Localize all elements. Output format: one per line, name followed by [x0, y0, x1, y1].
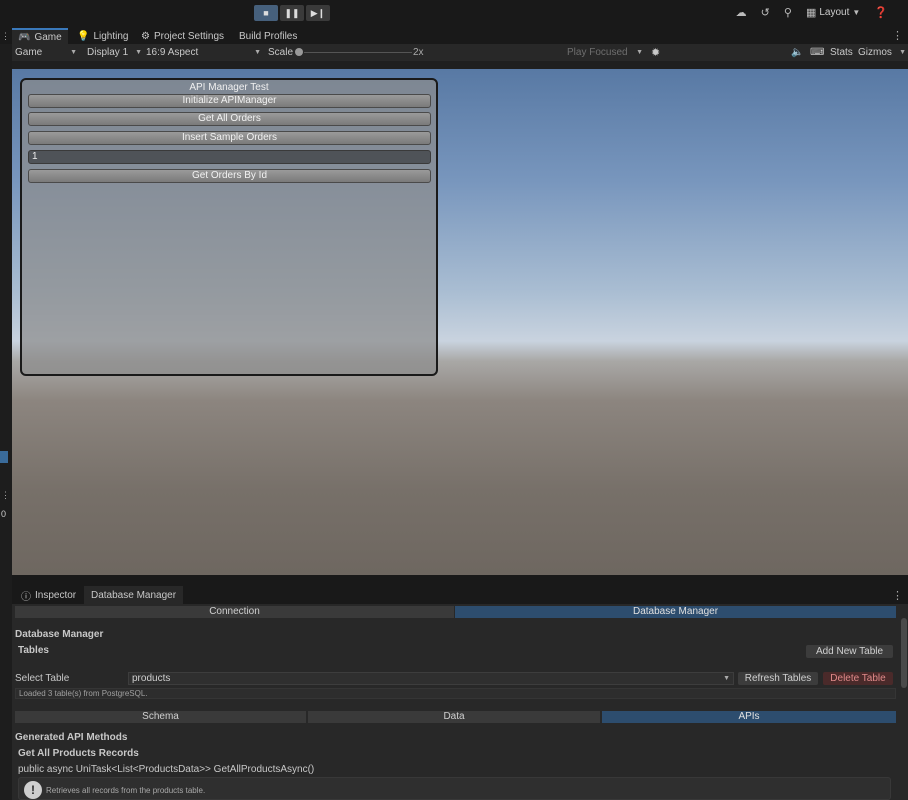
selection-marker [0, 451, 8, 463]
keyboard-icon[interactable]: ⌨ [810, 47, 824, 58]
inspector-scrollbar[interactable] [901, 618, 907, 688]
tabs-menu-icon[interactable]: ⋮ [892, 29, 903, 42]
generated-api-title: Generated API Methods [15, 732, 128, 743]
tab-game[interactable]: 🎮 Game [12, 28, 68, 44]
scale-slider-handle[interactable] [295, 48, 303, 56]
table-select[interactable]: products ▼ [128, 672, 734, 685]
database-manager-window: Connection Database Manager Database Man… [12, 604, 908, 800]
info-icon: ⓘ [21, 591, 31, 603]
chevron-down-icon: ▼ [70, 49, 77, 56]
scale-value: 2x [413, 47, 424, 58]
tab-label: Project Settings [153, 30, 225, 42]
editor-tabs: 🎮 Game 💡 Lighting ⚙ Project Settings Bui… [0, 27, 908, 44]
chevron-down-icon: ▼ [723, 675, 730, 682]
search-icon[interactable]: ⚲ [784, 6, 792, 19]
stop-button[interactable]: ■ [254, 5, 278, 21]
gizmos-label: Gizmos [858, 47, 892, 58]
chevron-down-icon: ▼ [636, 49, 643, 56]
order-id-input[interactable]: 1 [28, 150, 431, 164]
chevron-down-icon: ▼ [899, 49, 906, 56]
top-toolbar: ■ ❚❚ ▶❙ ☁ ↺ ⚲ ▦ Layout ▼ ❓ [0, 0, 908, 27]
aspect-label: 16:9 Aspect [146, 47, 199, 58]
count-badge: 0 [1, 509, 7, 519]
bottom-menu-icon[interactable]: ⋮ [892, 589, 903, 602]
play-controls: ■ ❚❚ ▶❙ [254, 5, 330, 21]
tab-build-profiles[interactable]: Build Profiles [233, 28, 303, 44]
view-label: Game [15, 47, 43, 58]
gamepad-icon: 🎮 [18, 31, 31, 43]
stats-button[interactable]: Stats [830, 47, 853, 58]
layout-dropdown[interactable]: ▦ Layout ▼ [806, 6, 860, 19]
scale-label: Scale [268, 47, 294, 58]
tab-label: Inspector [35, 589, 77, 601]
left-panel-edge: ⋮ ⋮ 0 [0, 31, 12, 800]
segment-apis[interactable]: APIs [602, 711, 896, 723]
status-message: Loaded 3 table(s) from PostgreSQL. [15, 688, 896, 699]
top-right-tools: ☁ ↺ ⚲ ▦ Layout ▼ ❓ [736, 6, 888, 19]
bulb-icon: 💡 [77, 30, 90, 42]
selected-table-value: products [132, 673, 171, 684]
info-icon: ! [24, 781, 42, 799]
cloud-icon[interactable]: ☁ [736, 6, 747, 19]
layout-label: Layout [819, 7, 850, 18]
menu-dots-icon[interactable]: ⋮ [1, 31, 10, 42]
play-mode-label: Play Focused [567, 47, 628, 58]
tab-lighting[interactable]: 💡 Lighting [71, 28, 134, 44]
gear-icon: ⚙ [141, 30, 150, 42]
method-description: Retrieves all records from the products … [46, 786, 206, 795]
history-icon[interactable]: ↺ [761, 6, 770, 19]
tab-label: Build Profiles [239, 30, 298, 42]
tab-project-settings[interactable]: ⚙ Project Settings [135, 28, 230, 44]
display-label: Display 1 [87, 47, 129, 58]
get-all-orders-button[interactable]: Get All Orders [28, 112, 431, 126]
tab-label: Lighting [93, 30, 129, 42]
tab-label: Game [34, 31, 62, 43]
method-info-box: ! Retrieves all records from the product… [18, 777, 891, 800]
method-signature: public async UniTask<List<ProductsData>>… [18, 764, 315, 775]
menu-dots-icon[interactable]: ⋮ [1, 490, 10, 501]
segment-database-manager[interactable]: Database Manager [455, 606, 896, 618]
tab-label: Database Manager [91, 589, 177, 601]
section-header: Database Manager [15, 629, 104, 640]
method-title: Get All Products Records [18, 748, 139, 759]
aspect-dropdown[interactable]: 16:9 Aspect ▼ [146, 47, 261, 58]
segment-schema[interactable]: Schema [15, 711, 306, 723]
tab-database-manager[interactable]: Database Manager [84, 586, 184, 604]
pause-button[interactable]: ❚❚ [280, 5, 304, 21]
chevron-down-icon: ▼ [254, 49, 261, 56]
tables-label: Tables [18, 645, 49, 656]
play-mode-dropdown[interactable]: Play Focused ▼ [567, 47, 643, 58]
refresh-tables-button[interactable]: Refresh Tables [738, 672, 818, 685]
panel-title: API Manager Test [189, 82, 269, 93]
layout-icon: ▦ [805, 7, 817, 19]
segment-connection[interactable]: Connection [15, 606, 454, 618]
gizmos-dropdown[interactable]: Gizmos ▼ [858, 47, 906, 58]
scale-slider-track[interactable] [304, 52, 412, 53]
add-new-table-button[interactable]: Add New Table [806, 645, 893, 658]
insert-sample-orders-button[interactable]: Insert Sample Orders [28, 131, 431, 145]
segment-data[interactable]: Data [308, 711, 600, 723]
delete-table-button[interactable]: Delete Table [823, 672, 893, 685]
speaker-icon[interactable]: 🔈 [791, 47, 803, 58]
pause-icon: ❚❚ [284, 7, 300, 18]
select-table-label: Select Table [15, 673, 70, 684]
chevron-down-icon: ▼ [852, 8, 861, 17]
game-viewport[interactable]: API Manager Test Initialize APIManager G… [12, 61, 908, 575]
step-icon: ▶❙ [310, 7, 326, 18]
game-toolbar: Game ▼ Display 1 ▼ 16:9 Aspect ▼ Scale 2… [12, 44, 908, 61]
tab-inspector[interactable]: ⓘ Inspector [14, 586, 83, 604]
get-orders-by-id-button[interactable]: Get Orders By Id [28, 169, 431, 183]
bug-icon[interactable]: ✹ [651, 46, 660, 59]
step-button[interactable]: ▶❙ [306, 5, 330, 21]
help-icon[interactable]: ❓ [874, 6, 888, 19]
bottom-tabs: ⓘ Inspector Database Manager ⋮ [12, 586, 908, 604]
display-dropdown[interactable]: Display 1 ▼ [87, 47, 142, 58]
api-manager-panel: API Manager Test Initialize APIManager G… [20, 78, 438, 376]
view-dropdown[interactable]: Game ▼ [15, 47, 77, 58]
chevron-down-icon: ▼ [135, 49, 142, 56]
initialize-api-button[interactable]: Initialize APIManager [28, 94, 431, 108]
stop-square-icon: ■ [263, 8, 269, 18]
